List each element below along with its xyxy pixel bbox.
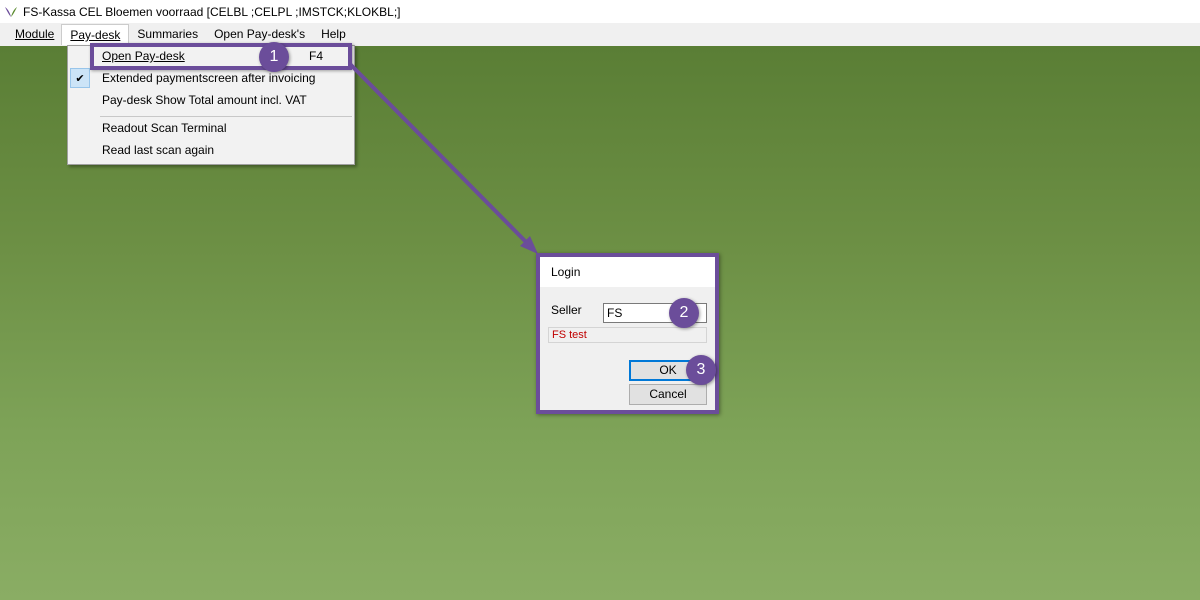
menu-help-label: Help — [321, 27, 346, 41]
dd-item-readout-scan-terminal[interactable]: Readout Scan Terminal — [68, 118, 354, 140]
step1-highlight-frame — [90, 43, 352, 70]
dd-item-show-total-incl-vat[interactable]: Pay-desk Show Total amount incl. VAT — [68, 90, 354, 112]
step3-badge: 3 — [686, 355, 716, 385]
menu-open-pay-desks[interactable]: Open Pay-desk's — [206, 24, 313, 45]
window-title: FS-Kassa CEL Bloemen voorraad [CELBL ;CE… — [23, 4, 401, 19]
menu-open-pay-desks-label: Open Pay-desk's — [214, 27, 306, 41]
leaf-logo-icon — [5, 6, 17, 17]
menu-separator — [100, 116, 352, 117]
dd-item-read-last-scan[interactable]: Read last scan again — [68, 140, 354, 162]
dd-item-label: Readout Scan Terminal — [102, 121, 227, 135]
checkmark-icon: ✔ — [70, 68, 90, 88]
menu-pay-desk[interactable]: Pay-desk — [61, 24, 130, 45]
dd-item-label: Read last scan again — [102, 143, 215, 157]
menu-help[interactable]: Help — [313, 24, 354, 45]
menu-module[interactable]: Module — [7, 24, 62, 45]
step2-badge: 2 — [669, 298, 699, 328]
menu-summaries-label: Summaries — [137, 27, 199, 41]
menu-summaries[interactable]: Summaries — [129, 24, 206, 45]
login-highlight-frame — [536, 253, 719, 414]
title-bar: FS-Kassa CEL Bloemen voorraad [CELBL ;CE… — [0, 0, 1200, 23]
dd-item-label: Extended paymentscreen after invoicing — [102, 71, 316, 85]
menu-pay-desk-label: Pay-desk — [70, 28, 121, 42]
dd-item-extended-paymentscreen[interactable]: ✔ Extended paymentscreen after invoicing — [68, 68, 354, 90]
dd-item-label: Pay-desk Show Total amount incl. VAT — [102, 93, 307, 107]
menu-module-label: Module — [15, 27, 55, 41]
step1-badge: 1 — [259, 42, 289, 72]
